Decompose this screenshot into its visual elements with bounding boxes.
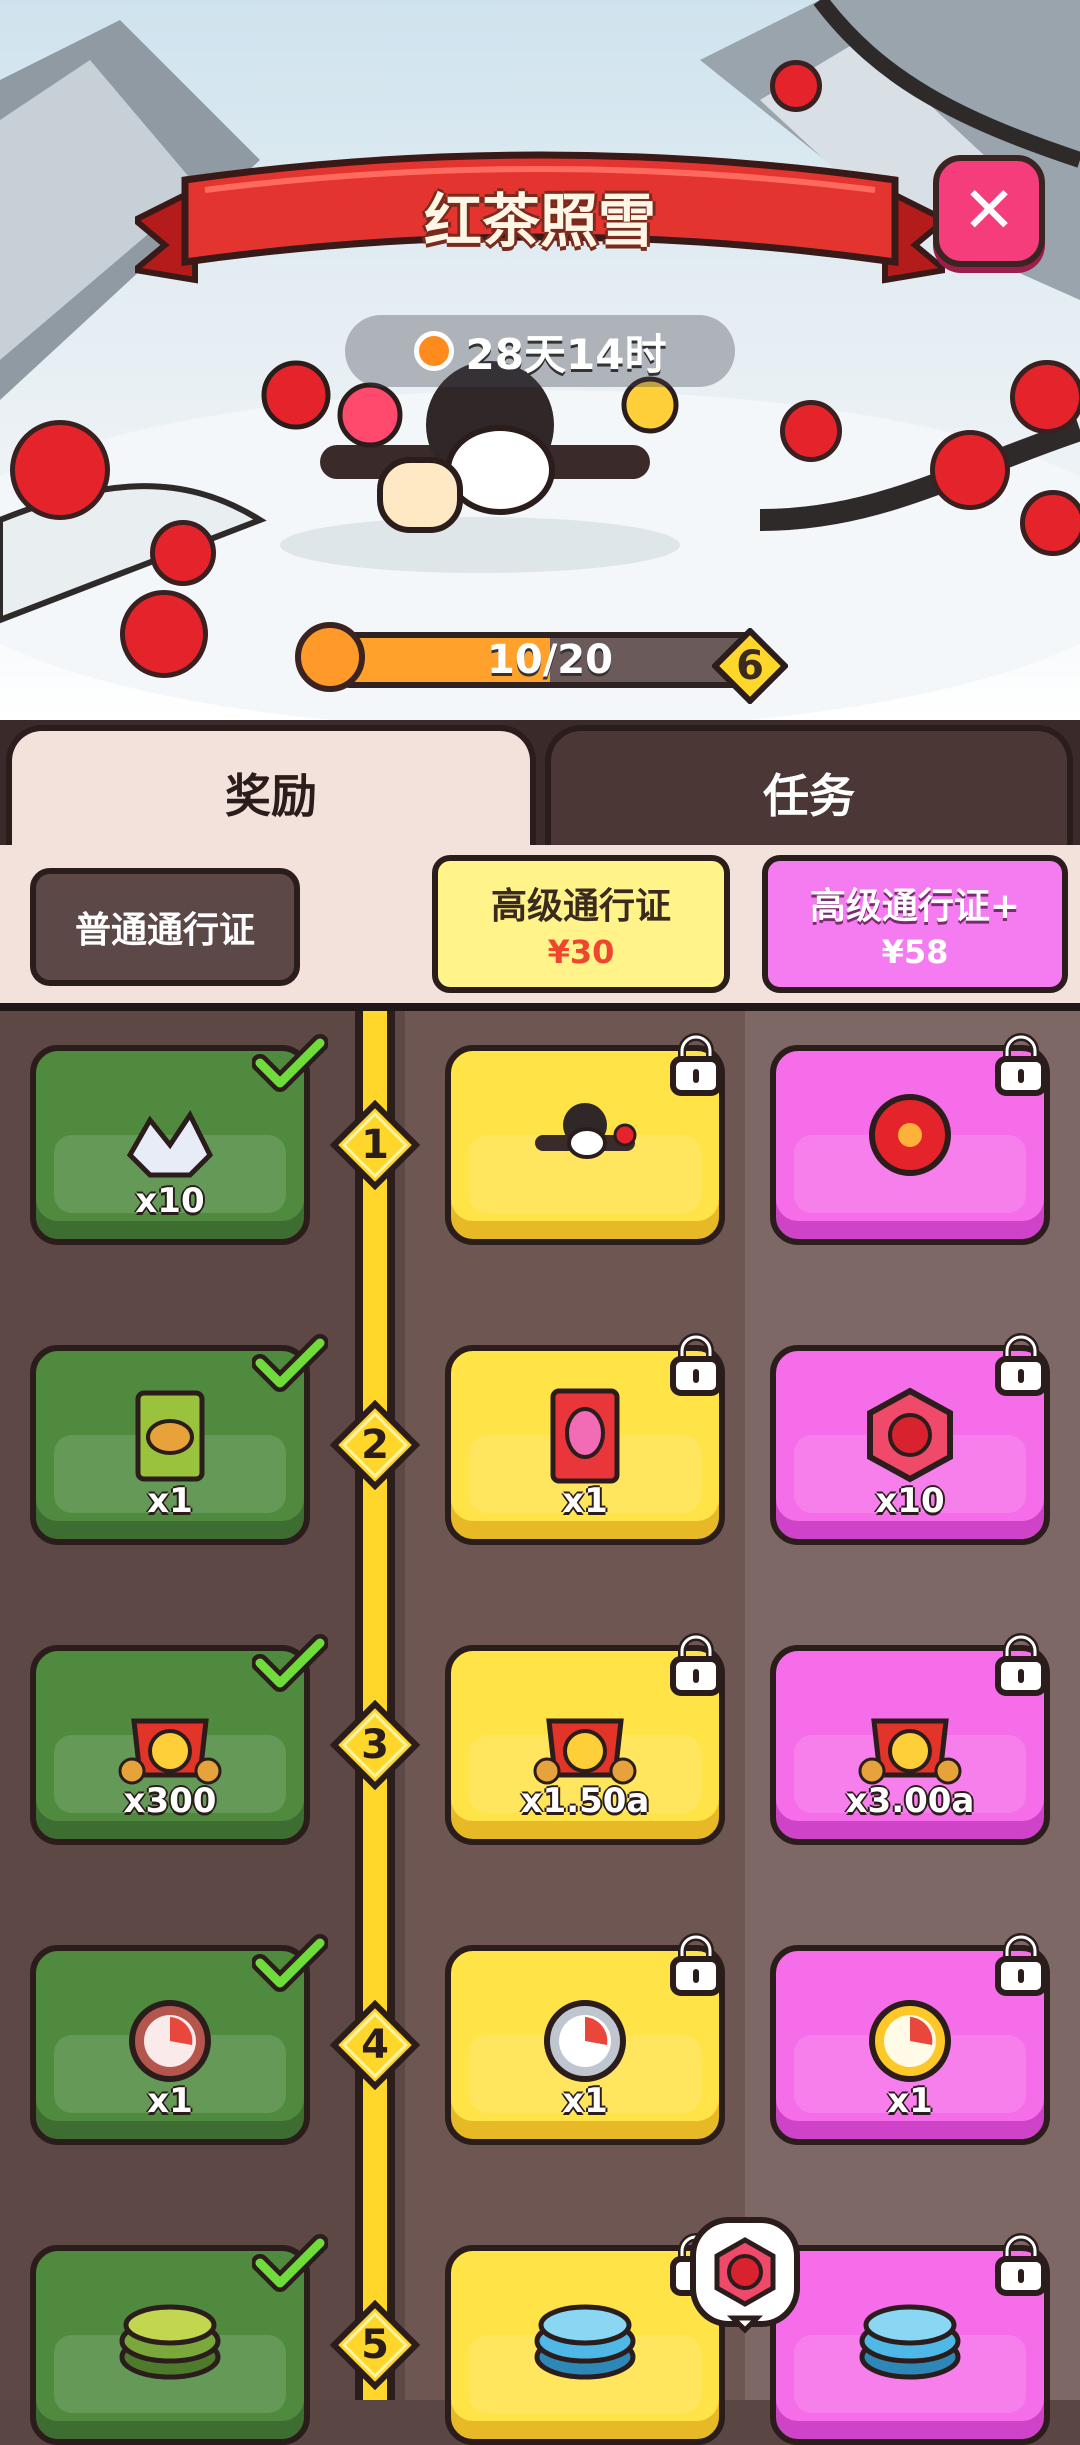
lock-icon bbox=[992, 1031, 1050, 1097]
premium-plus-pass-label: 高级通行证+ bbox=[809, 886, 1021, 927]
level-number: 4 bbox=[361, 2022, 389, 2068]
reward-quantity: x1 bbox=[887, 2081, 933, 2121]
level-number: 1 bbox=[361, 1122, 389, 1168]
normal-pass-label: 普通通行证 bbox=[30, 868, 300, 986]
seed-packet-icon bbox=[135, 1390, 205, 1482]
flower-badge-icon bbox=[867, 1387, 953, 1483]
countdown-pill: 28天14时 bbox=[345, 315, 735, 387]
blue-token-stack-icon bbox=[859, 2304, 961, 2380]
progress-text: 10/20 bbox=[487, 637, 613, 683]
premium-plus-pass-button[interactable]: 高级通行证+ ¥58 bbox=[762, 855, 1068, 993]
tab-rewards[interactable]: 奖励 bbox=[6, 725, 536, 855]
reward-quantity: x300 bbox=[123, 1781, 217, 1821]
blue-token-stack-icon bbox=[534, 2304, 636, 2380]
reward-quantity: x1 bbox=[147, 1481, 193, 1521]
lock-icon bbox=[992, 2231, 1050, 2297]
coin-bag-icon bbox=[118, 1718, 222, 1785]
countdown-text: 28天14时 bbox=[465, 329, 667, 379]
gold-stopwatch-icon bbox=[869, 2000, 951, 2082]
level-progress-bar: 10/20 bbox=[340, 632, 760, 688]
lock-icon bbox=[667, 1931, 725, 1997]
reward-quantity: x1 bbox=[562, 2081, 608, 2121]
character-skin-icon bbox=[535, 1103, 637, 1159]
bronze-stopwatch-icon bbox=[129, 2000, 211, 2082]
premium-pass-label: 高级通行证 bbox=[490, 886, 671, 927]
lock-icon bbox=[667, 1331, 725, 1397]
coin-bag-icon bbox=[858, 1718, 962, 1785]
close-button[interactable]: ✕ bbox=[933, 155, 1045, 267]
check-icon bbox=[251, 1333, 329, 1393]
crystal-pile-icon bbox=[126, 1110, 214, 1178]
premium-pass-button[interactable]: 高级通行证 ¥30 bbox=[432, 855, 730, 993]
lock-icon bbox=[667, 1031, 725, 1097]
level-number: 5 bbox=[361, 2322, 389, 2368]
check-icon bbox=[251, 1033, 329, 1093]
premium-pass-price: ¥30 bbox=[547, 933, 615, 971]
level-number: 3 bbox=[361, 1722, 389, 1768]
green-token-stack-icon bbox=[119, 2304, 221, 2380]
silver-stopwatch-icon bbox=[544, 2000, 626, 2082]
current-level: 6 bbox=[736, 643, 764, 689]
flower-token-icon bbox=[295, 622, 365, 692]
check-icon bbox=[251, 2233, 329, 2293]
dragonfruit-seed-packet-icon bbox=[550, 1388, 620, 1484]
divider bbox=[0, 1003, 1080, 1011]
camellia-flower-icon bbox=[869, 1094, 951, 1176]
reward-quantity: x10 bbox=[135, 1181, 205, 1221]
level-number: 2 bbox=[361, 1422, 389, 1468]
reward-quantity: x1 bbox=[562, 1481, 608, 1521]
check-icon bbox=[251, 1633, 329, 1693]
event-title: 红茶照雪 bbox=[423, 187, 656, 255]
coin-bag-icon bbox=[533, 1718, 637, 1785]
lock-icon bbox=[992, 1631, 1050, 1697]
reward-quantity: x1.50a bbox=[520, 1781, 650, 1821]
floating-flower-badge-icon[interactable] bbox=[685, 2212, 805, 2342]
clock-icon bbox=[413, 331, 454, 371]
reward-quantity: x1 bbox=[147, 2081, 193, 2121]
close-icon: ✕ bbox=[962, 174, 1016, 248]
lock-icon bbox=[992, 1931, 1050, 1997]
lock-icon bbox=[992, 1331, 1050, 1397]
reward-quantity: x10 bbox=[875, 1481, 945, 1521]
premium-plus-pass-price: ¥58 bbox=[881, 933, 949, 971]
check-icon bbox=[251, 1933, 329, 1993]
lock-icon bbox=[667, 1631, 725, 1697]
tab-tasks[interactable]: 任务 bbox=[545, 725, 1073, 855]
reward-quantity: x3.00a bbox=[845, 1781, 975, 1821]
